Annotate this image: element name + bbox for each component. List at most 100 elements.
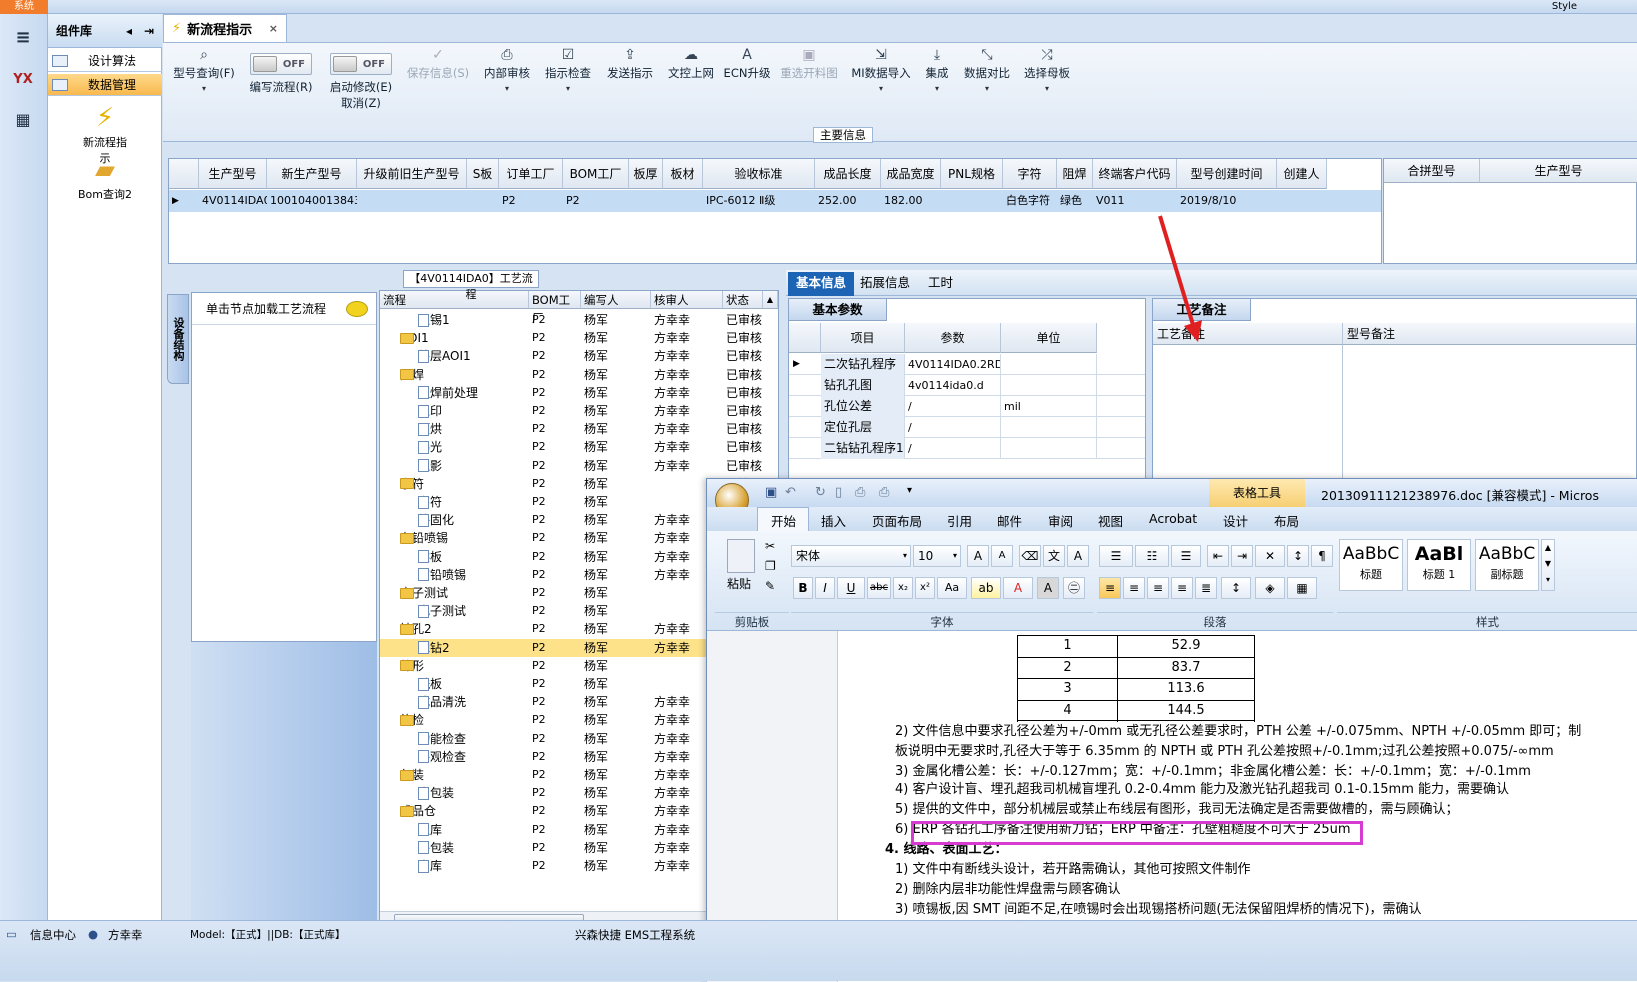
comp-item-data-management[interactable]: 数据管理 (48, 74, 162, 96)
cell[interactable]: V011 (1093, 190, 1177, 212)
highlight-button[interactable]: ab (971, 577, 1001, 599)
tree-node-name[interactable]: −AOI1 (400, 329, 529, 347)
col-header[interactable]: 验收标准 (703, 159, 815, 189)
char-shading-button[interactable]: A (1037, 577, 1059, 599)
underline-button[interactable]: U (837, 577, 865, 599)
col-header[interactable]: 成品宽度 (881, 159, 941, 189)
cut-icon[interactable]: ✂ (765, 539, 775, 553)
tab-basic-info[interactable]: 基本信息 (788, 272, 855, 296)
align-left-button[interactable]: ≡ (1099, 577, 1121, 599)
param-cell[interactable]: 钻孔孔图 (821, 375, 905, 396)
line-spacing-button[interactable]: ↕ (1221, 577, 1251, 599)
print-icon[interactable]: ⎙ (879, 485, 889, 500)
col-header[interactable]: BOM工厂 (563, 159, 629, 189)
cell[interactable]: P2 (499, 190, 563, 212)
data-compare-button[interactable]: ⤡ 数据对比 ▾ (959, 47, 1015, 97)
cell[interactable]: 绿色 (1057, 190, 1093, 212)
toggle-switch[interactable]: OFF (250, 53, 312, 75)
quick-access-save-icon[interactable]: ▣ (765, 485, 777, 500)
param-cell[interactable]: 4v0114ida0.d (905, 375, 1001, 396)
pin-icon[interactable]: ⇥ (144, 24, 154, 38)
param-cell[interactable]: / (905, 396, 1001, 417)
word-tab-design[interactable]: 设计 (1223, 511, 1248, 530)
select-mother-board-button[interactable]: ⤮ 选择母板 ▾ (1019, 47, 1075, 97)
italic-button[interactable]: I (815, 577, 835, 599)
enclosed-char-button[interactable]: ㊁ (1063, 577, 1085, 599)
char-border-icon[interactable]: A (1067, 545, 1089, 567)
col-header[interactable]: 参数 (905, 323, 1001, 353)
cancel-label[interactable]: 取消(Z) (341, 96, 381, 110)
word-tab-page-layout[interactable]: 页面布局 (872, 511, 922, 530)
param-cell[interactable] (1001, 354, 1097, 375)
tree-node-name[interactable]: 外包装 (418, 839, 529, 857)
tree-row[interactable]: 曝光 P2 杨军 方幸幸 已审核 (380, 438, 778, 456)
clear-format-icon[interactable]: ⌫ (1019, 545, 1041, 567)
font-color-button[interactable]: A (1003, 577, 1033, 599)
distribute-button[interactable]: ≣ (1195, 577, 1217, 599)
col-header[interactable]: 升级前旧生产型号 (357, 159, 467, 189)
word-tab-mailings[interactable]: 邮件 (997, 511, 1022, 530)
col-header[interactable]: 新生产型号 (267, 159, 357, 189)
cell[interactable]: P2 (563, 190, 629, 212)
tree-node-name[interactable]: −电子测试 (400, 584, 529, 602)
col-header[interactable]: 板材 (663, 159, 703, 189)
param-cell[interactable]: 二钻钻孔程序1 (821, 438, 905, 459)
param-cell[interactable]: 定位孔层 (821, 417, 905, 438)
toggle-switch[interactable]: OFF (330, 53, 392, 75)
tree-row[interactable]: −AOI1P2 杨军 方幸幸 已审核 (380, 329, 778, 347)
col-header[interactable]: 生产型号 (1480, 159, 1637, 183)
word-tab-acrobat[interactable]: Acrobat (1149, 511, 1197, 526)
doc-paragraph[interactable]: 板说明中无要求时,孔径大于等于 6.35mm 的 NPTH 或 PTH 孔公差按… (895, 743, 1554, 761)
cell[interactable]: 252.00 (815, 190, 881, 212)
subscript-button[interactable]: x₂ (893, 577, 913, 599)
col-header[interactable]: 创建人 (1277, 159, 1327, 189)
superscript-button[interactable]: x² (915, 577, 935, 599)
word-tab-layout[interactable]: 布局 (1274, 511, 1299, 530)
col-header[interactable]: 板厚 (629, 159, 663, 189)
param-cell[interactable]: 4V0114IDA0.2RD (905, 354, 1001, 375)
style-heading[interactable]: AaBbC 标题 (1339, 539, 1403, 591)
grow-font-icon[interactable]: A (967, 545, 989, 567)
bullets-button[interactable]: ☰ (1099, 545, 1133, 567)
cell[interactable]: 182.00 (881, 190, 941, 212)
integrate-button[interactable]: ⤓ 集成 ▾ (917, 47, 957, 97)
tree-node-name[interactable]: −终检 (400, 711, 529, 729)
numbering-button[interactable]: ☷ (1135, 545, 1169, 567)
cell[interactable]: IPC-6012 Ⅱ级 (703, 190, 815, 212)
tree-node-name[interactable]: −外形 (400, 657, 529, 675)
param-cell[interactable] (1001, 375, 1097, 396)
param-cell[interactable] (1001, 438, 1097, 459)
style-heading-1[interactable]: AaBl 标题 1 (1407, 539, 1471, 591)
word-tab-insert[interactable]: 插入 (821, 511, 846, 530)
word-tab-review[interactable]: 审阅 (1048, 511, 1073, 530)
param-cell[interactable]: / (905, 417, 1001, 438)
tree-node-name[interactable]: −钻孔2 (400, 620, 529, 638)
col-header[interactable]: 终端客户代码 (1093, 159, 1177, 189)
borders-button[interactable]: ▦ (1287, 577, 1317, 599)
cell[interactable]: 白色字符 (1003, 190, 1057, 212)
copy-icon[interactable]: ❐ (765, 559, 776, 573)
decrease-indent-button[interactable]: ⇤ (1207, 545, 1229, 567)
system-menu-tab[interactable]: 系统 (0, 0, 48, 14)
doc-paragraph[interactable]: 3) 喷锡板,因 SMT 间距不足,在喷锡时会出现锡搭桥问题(无法保留阻焊桥的情… (895, 901, 1422, 919)
tree-node-name[interactable]: 电子测试 (418, 602, 529, 620)
ecn-upgrade-button[interactable]: A ECN升级 (723, 47, 771, 81)
col-header[interactable]: 流程 (380, 291, 529, 309)
align-center-button[interactable]: ≡ (1123, 577, 1145, 599)
tree-node-name[interactable]: 预烘 (418, 420, 529, 438)
indication-check-button[interactable]: ☑ 指示检查 ▾ (539, 47, 597, 97)
undo-icon[interactable]: ↶ (785, 485, 796, 500)
new-doc-icon[interactable]: ▯ (835, 485, 842, 500)
multilevel-list-button[interactable]: ☰ (1171, 545, 1201, 567)
tree-node-name[interactable]: 功能检查 (418, 730, 529, 748)
tree-row[interactable]: 预烘 P2 杨军 方幸幸 已审核 (380, 420, 778, 438)
tab-work-hours[interactable]: 工时 (920, 272, 961, 296)
redo-icon[interactable]: ↻ (815, 485, 826, 500)
write-flow-toggle[interactable]: OFF 编写流程(R) (243, 47, 319, 95)
param-cell[interactable]: 孔位公差 (821, 396, 905, 417)
col-header[interactable]: 合拼型号 (1384, 159, 1480, 183)
font-name-select[interactable]: 宋体 ▾ (791, 545, 911, 567)
col-header[interactable]: 成品长度 (815, 159, 881, 189)
tree-node-name[interactable]: 外观检查 (418, 748, 529, 766)
doc-paragraph[interactable]: 1) 文件中有断线头设计，若开路需确认，其他可按照文件制作 (895, 861, 1250, 879)
